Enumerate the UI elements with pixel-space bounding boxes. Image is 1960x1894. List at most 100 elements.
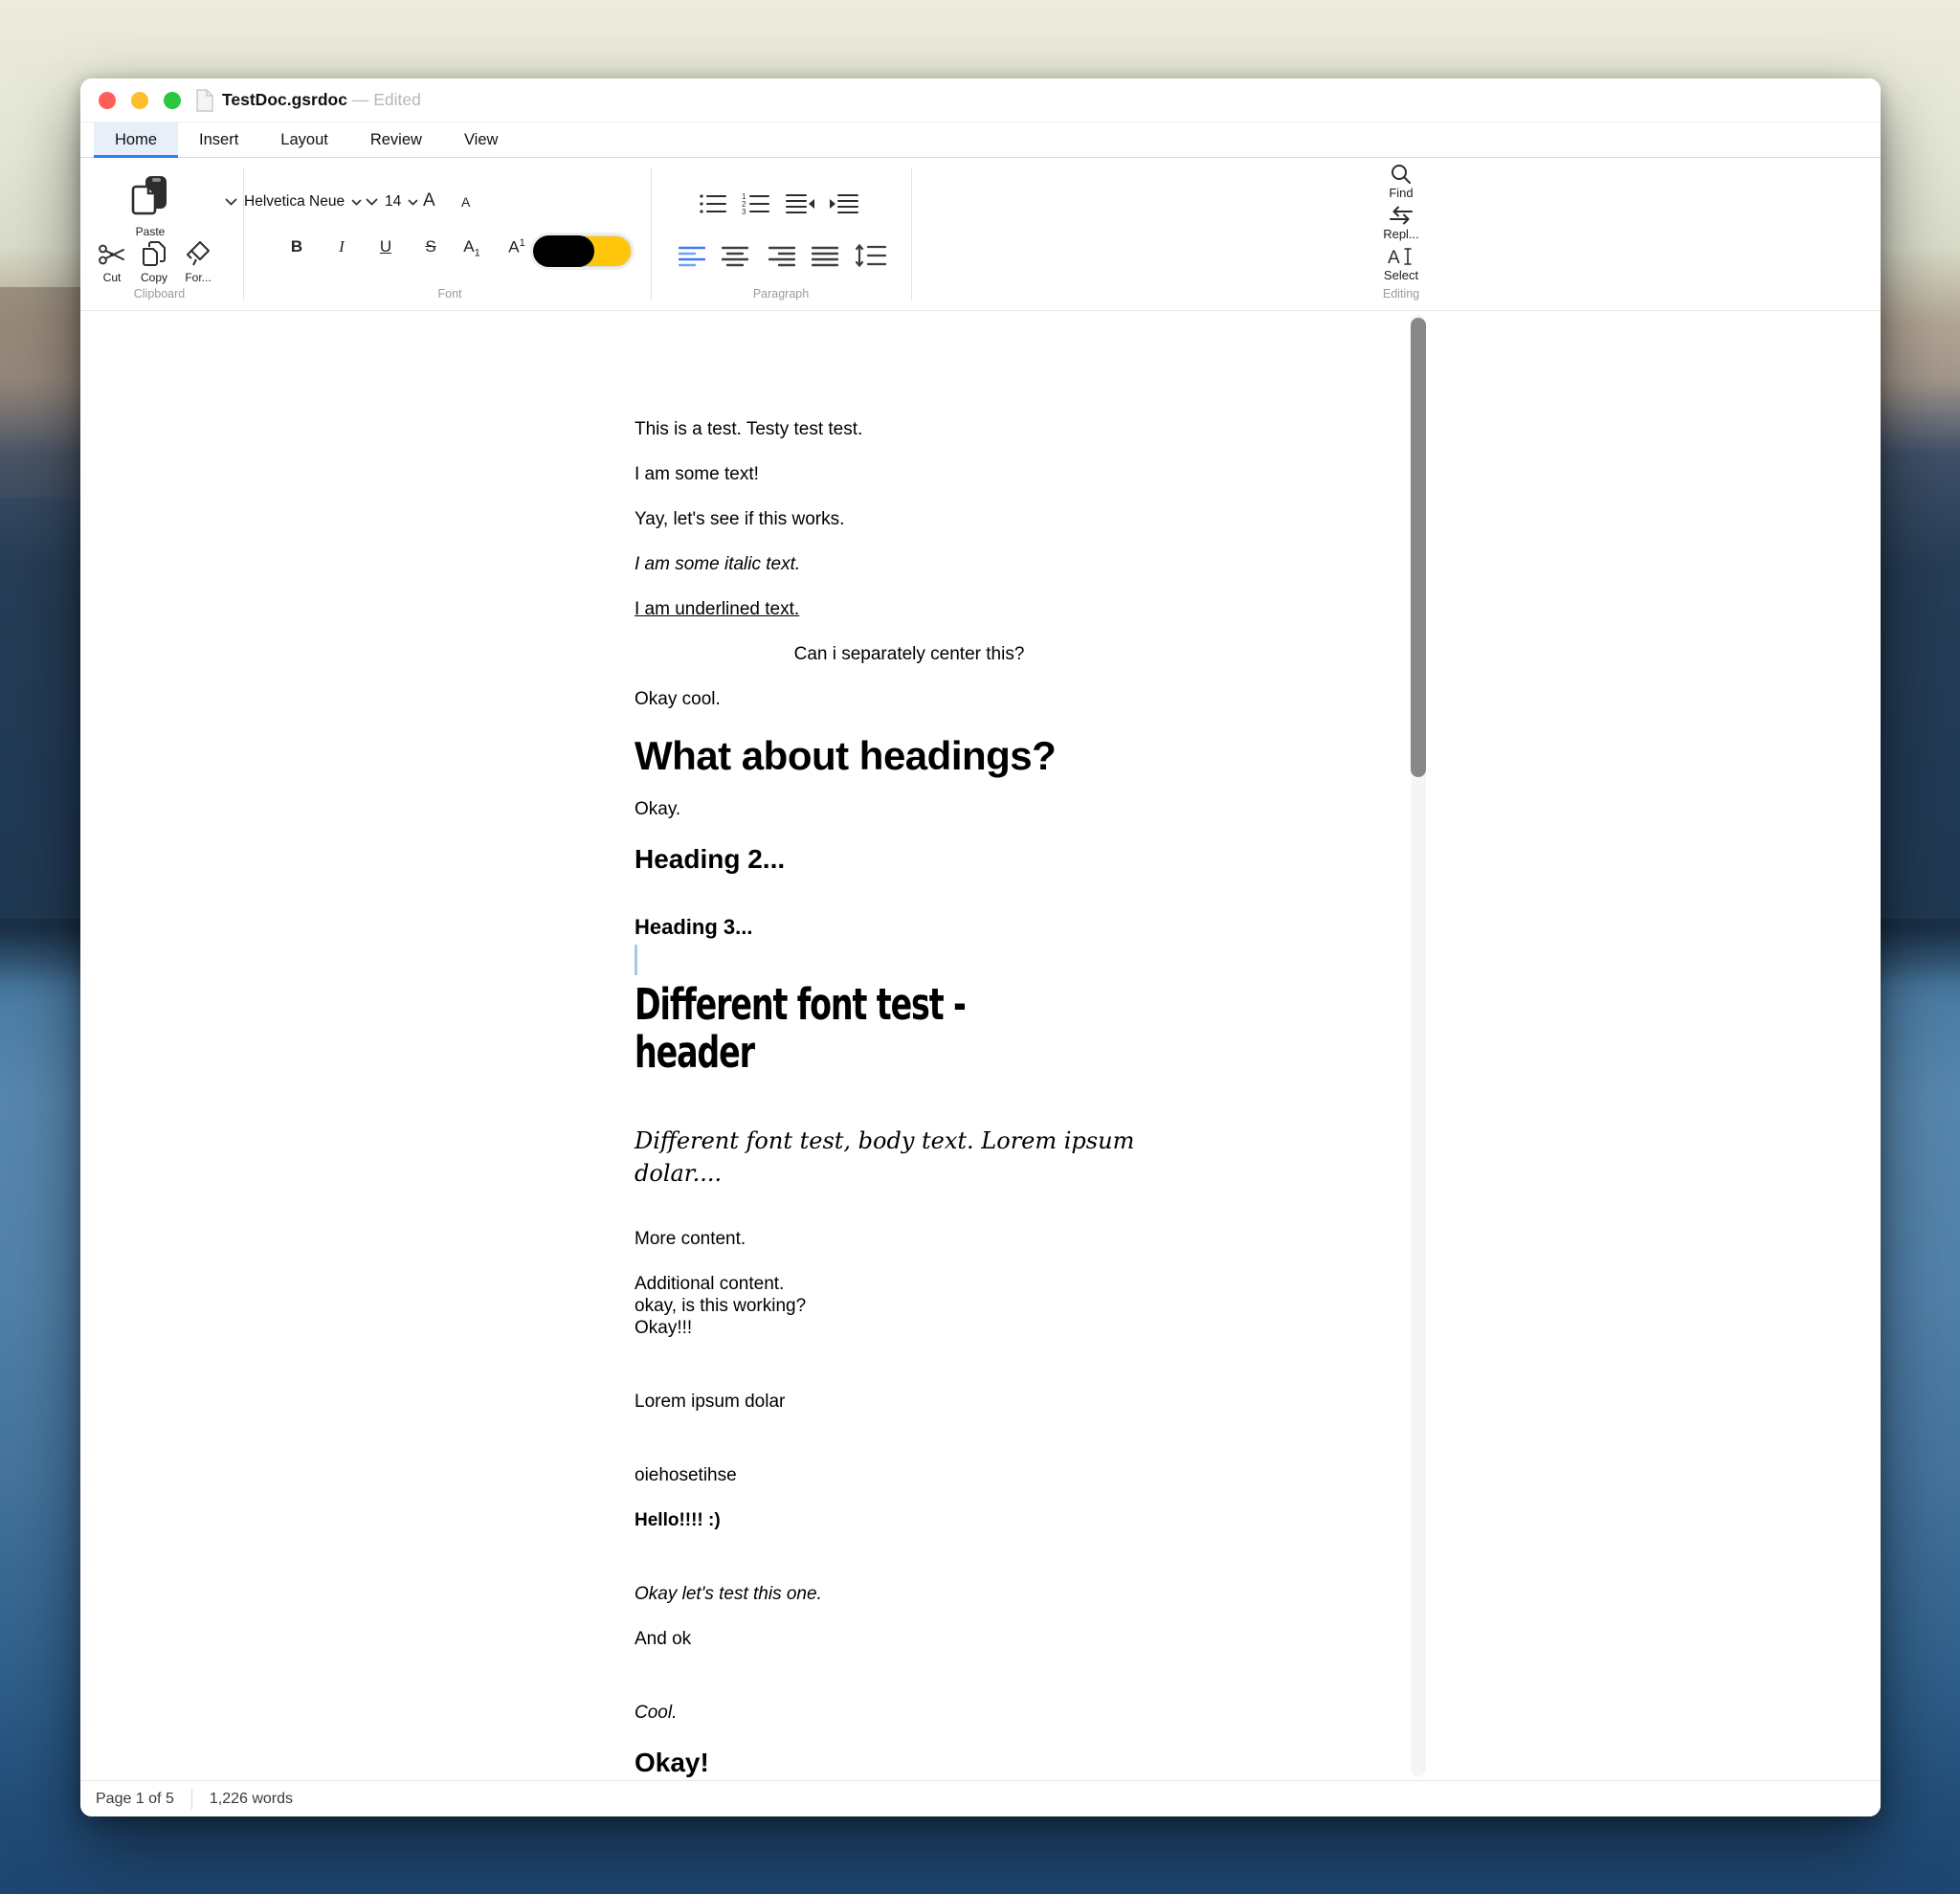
doc-blank-line[interactable] bbox=[635, 1554, 1184, 1583]
bullet-list-icon bbox=[700, 194, 726, 213]
doc-blank-line[interactable] bbox=[635, 1362, 1184, 1391]
doc-paragraph[interactable]: Different font test, body text. Lorem ip… bbox=[635, 1125, 1184, 1190]
doc-paragraph[interactable] bbox=[635, 945, 1184, 975]
group-divider bbox=[911, 168, 912, 301]
font-family-value: Helvetica Neue bbox=[244, 193, 345, 210]
editing-group: Find Repl... A Select Editing bbox=[1368, 163, 1435, 301]
traffic-lights bbox=[99, 92, 181, 109]
doc-paragraph[interactable]: This is a test. Testy test test. bbox=[635, 418, 1184, 440]
text-color-black bbox=[533, 235, 594, 267]
underline-button[interactable]: U bbox=[373, 237, 398, 256]
decrease-indent-icon bbox=[786, 194, 814, 213]
doc-paragraph[interactable]: Okay let's test this one. bbox=[635, 1583, 1184, 1605]
tab-insert[interactable]: Insert bbox=[178, 123, 259, 157]
tab-home[interactable]: Home bbox=[94, 123, 179, 158]
doc-paragraph[interactable]: Heading 2... bbox=[635, 843, 1184, 876]
replace-icon[interactable] bbox=[1389, 204, 1414, 227]
doc-paragraph[interactable]: What about headings? bbox=[635, 733, 1184, 779]
find-button[interactable]: Find bbox=[1389, 186, 1413, 200]
font-size-select[interactable]: 14 bbox=[366, 193, 418, 211]
doc-paragraph[interactable]: Okay! bbox=[635, 1747, 1184, 1779]
replace-button[interactable]: Repl... bbox=[1383, 227, 1419, 241]
align-center-button[interactable] bbox=[722, 245, 748, 268]
doc-paragraph[interactable]: oiehosetihse bbox=[635, 1464, 1184, 1486]
doc-paragraph[interactable]: Different font test - header bbox=[635, 981, 1184, 1086]
cut-icon bbox=[99, 244, 124, 265]
doc-paragraph[interactable]: More content. bbox=[635, 1228, 1184, 1250]
strikethrough-button[interactable]: S bbox=[418, 237, 443, 256]
format-painter-button[interactable]: For... bbox=[184, 239, 212, 284]
shrink-font-button[interactable]: A bbox=[461, 194, 470, 210]
font-family-select[interactable]: Helvetica Neue bbox=[225, 193, 362, 211]
grow-font-button[interactable]: A bbox=[423, 190, 435, 212]
editing-caption: Editing bbox=[1382, 287, 1420, 301]
paste-button[interactable]: Paste bbox=[130, 174, 170, 238]
doc-blank-line[interactable] bbox=[635, 1673, 1184, 1702]
font-size-value: 14 bbox=[385, 193, 402, 210]
titlebar: TestDoc.gsrdoc — Edited bbox=[80, 78, 1881, 122]
subscript-button[interactable]: A1 bbox=[459, 237, 484, 258]
doc-paragraph[interactable]: okay, is this working? bbox=[635, 1295, 1184, 1317]
doc-paragraph[interactable]: I am some text! bbox=[635, 463, 1184, 485]
window-title: TestDoc.gsrdoc — Edited bbox=[222, 90, 421, 109]
bold-button[interactable]: B bbox=[284, 237, 309, 256]
doc-blank-line[interactable] bbox=[635, 1436, 1184, 1464]
paragraph-caption: Paragraph bbox=[752, 287, 810, 301]
doc-paragraph[interactable]: Lorem ipsum dolar bbox=[635, 1391, 1184, 1413]
doc-paragraph[interactable]: Cool. bbox=[635, 1702, 1184, 1724]
increase-indent-icon bbox=[830, 194, 858, 213]
increase-indent-button[interactable] bbox=[829, 191, 859, 216]
group-divider bbox=[651, 168, 652, 301]
line-spacing-button[interactable] bbox=[856, 243, 886, 268]
scrollbar-track[interactable] bbox=[1411, 315, 1426, 1776]
text-cursor bbox=[635, 945, 637, 975]
decrease-indent-button[interactable] bbox=[785, 191, 815, 216]
ribbon: Paste Cut Copy For... Clipboard Helvetic… bbox=[80, 159, 1881, 311]
doc-paragraph[interactable]: Can i separately center this? bbox=[635, 643, 1184, 665]
doc-paragraph[interactable]: I am underlined text. bbox=[635, 598, 1184, 620]
align-right-button[interactable] bbox=[768, 245, 795, 268]
document-icon bbox=[195, 89, 214, 112]
document-viewport[interactable]: This is a test. Testy test test. I am som… bbox=[80, 311, 1881, 1780]
align-left-button[interactable] bbox=[679, 245, 705, 268]
doc-paragraph[interactable]: Okay cool. bbox=[635, 688, 1184, 710]
doc-paragraph[interactable]: Hello!!!! :) bbox=[635, 1509, 1184, 1531]
superscript-button[interactable]: A1 bbox=[504, 237, 529, 257]
scrollbar-thumb[interactable] bbox=[1411, 318, 1426, 777]
italic-button[interactable]: I bbox=[329, 237, 354, 256]
find-icon[interactable] bbox=[1390, 163, 1413, 186]
line-spacing-icon bbox=[856, 243, 886, 268]
chevron-down-icon bbox=[225, 198, 237, 206]
select-button[interactable]: Select bbox=[1384, 268, 1418, 282]
group-divider bbox=[243, 168, 244, 301]
tab-layout[interactable]: Layout bbox=[259, 123, 349, 157]
statusbar: Page 1 of 5 1,226 words bbox=[80, 1780, 1881, 1816]
doc-paragraph[interactable]: Yay, let's see if this works. bbox=[635, 508, 1184, 530]
doc-paragraph-text: Different font test - header bbox=[635, 979, 967, 1078]
doc-paragraph[interactable]: I am some italic text. bbox=[635, 553, 1184, 575]
doc-paragraph[interactable]: Okay!!! bbox=[635, 1317, 1184, 1339]
doc-paragraph[interactable]: Additional content. bbox=[635, 1273, 1184, 1295]
text-color-highlight-toggle[interactable] bbox=[533, 235, 632, 267]
zoom-button[interactable] bbox=[164, 92, 181, 109]
align-left-icon bbox=[679, 246, 705, 267]
svg-text:3: 3 bbox=[742, 208, 746, 216]
cut-button[interactable]: Cut bbox=[98, 241, 126, 284]
bullet-list-button[interactable] bbox=[699, 191, 727, 216]
document-surface[interactable]: This is a test. Testy test test. I am som… bbox=[635, 418, 1184, 1780]
copy-button[interactable]: Copy bbox=[140, 239, 168, 284]
doc-paragraph[interactable]: Heading 3... bbox=[635, 914, 1184, 941]
svg-text:A: A bbox=[1388, 248, 1400, 268]
doc-paragraph[interactable]: Okay. bbox=[635, 798, 1184, 820]
page-indicator: Page 1 of 5 bbox=[96, 1790, 174, 1807]
status-divider bbox=[190, 1788, 192, 1810]
justify-button[interactable] bbox=[812, 245, 838, 268]
app-window: TestDoc.gsrdoc — Edited Home Insert Layout… bbox=[80, 78, 1881, 1816]
tab-view[interactable]: View bbox=[443, 123, 519, 157]
tab-review[interactable]: Review bbox=[349, 123, 443, 157]
close-button[interactable] bbox=[99, 92, 116, 109]
numbered-list-button[interactable]: 1 2 3 bbox=[742, 191, 770, 216]
minimize-button[interactable] bbox=[131, 92, 148, 109]
doc-paragraph[interactable]: And ok bbox=[635, 1628, 1184, 1650]
select-icon[interactable]: A bbox=[1388, 245, 1414, 268]
